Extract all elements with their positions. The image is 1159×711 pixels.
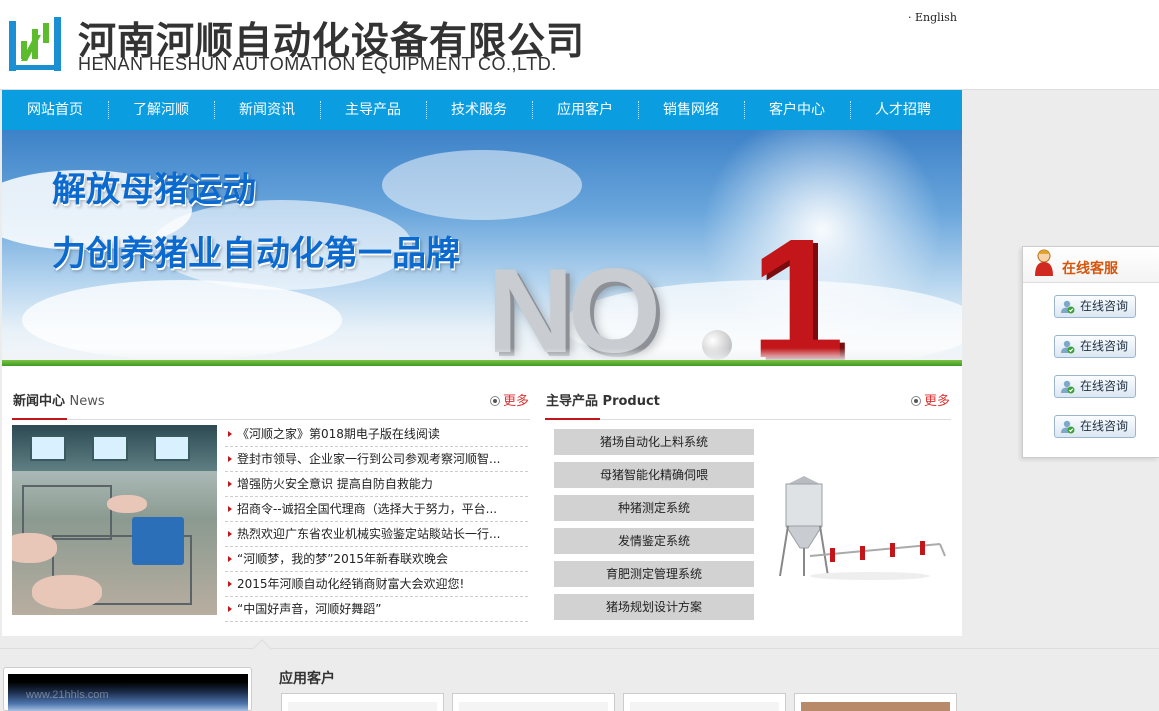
photo-pig <box>32 575 102 609</box>
news-item[interactable]: “中国好声音，河顺好舞蹈” <box>225 597 528 622</box>
news-title-en: News <box>69 394 105 409</box>
client-thumbnail[interactable] <box>281 693 444 711</box>
photo-pen <box>22 485 112 540</box>
bottom-divider <box>0 648 1159 649</box>
products-more-label: 更多 <box>924 394 951 409</box>
nav-item-products[interactable]: 主导产品 <box>320 90 426 130</box>
photo-window <box>30 435 66 461</box>
news-title-divider <box>12 418 530 420</box>
client-thumbnail-image <box>801 702 950 711</box>
video-watermark: www.21hhls.com <box>26 689 109 701</box>
chat-user-icon <box>1061 420 1075 434</box>
nav-item-customer-center[interactable]: 客户中心 <box>744 90 850 130</box>
nav-item-about[interactable]: 了解河顺 <box>108 90 214 130</box>
nav-item-sales-network[interactable]: 销售网络 <box>638 90 744 130</box>
online-consult-label: 在线咨询 <box>1080 299 1129 313</box>
product-button-estrus-detection[interactable]: 发情鉴定系统 <box>554 528 754 554</box>
service-panel-header: 在线客服 <box>1023 247 1159 283</box>
client-thumbnail[interactable] <box>452 693 615 711</box>
news-title-cn: 新闻中心 <box>13 394 66 409</box>
online-consult-label: 在线咨询 <box>1080 339 1129 353</box>
nav-item-home[interactable]: 网站首页 <box>2 90 108 130</box>
nav-item-news[interactable]: 新闻资讯 <box>214 90 320 130</box>
chat-user-icon <box>1061 380 1075 394</box>
product-button-farm-planning[interactable]: 猪场规划设计方案 <box>554 594 754 620</box>
client-thumbnail[interactable] <box>623 693 786 711</box>
news-list: 《河顺之家》第018期电子版在线阅读 登封市领导、企业家一行到公司参观考察河顺智… <box>225 422 528 622</box>
news-item[interactable]: 增强防火安全意识 提高自防自救能力 <box>225 472 528 497</box>
product-button-fattening-management[interactable]: 育肥测定管理系统 <box>554 561 754 587</box>
english-language-link[interactable]: · English <box>908 11 957 24</box>
news-item[interactable]: 热烈欢迎广东省农业机械实验鉴定站賧站长一行... <box>225 522 528 547</box>
feed-silo-product-image[interactable] <box>770 476 950 586</box>
client-thumbnail-image <box>459 702 608 711</box>
chat-user-icon <box>1061 300 1075 314</box>
clients-section-title: 应用客户 <box>279 671 335 687</box>
online-consult-button[interactable]: 在线咨询 <box>1054 375 1136 398</box>
news-item[interactable]: 《河顺之家》第018期电子版在线阅读 <box>225 422 528 447</box>
bottom-divider-notch <box>252 639 272 659</box>
photo-window <box>154 435 190 461</box>
news-item[interactable]: 招商令--诚招全国代理商（选择大于努力，平台... <box>225 497 528 522</box>
banner-cloud <box>382 150 582 220</box>
main-nav: 网站首页 了解河顺 新闻资讯 主导产品 技术服务 应用客户 销售网络 客户中心 … <box>2 90 962 130</box>
service-panel-title: 在线客服 <box>1062 261 1118 277</box>
online-consult-button[interactable]: 在线咨询 <box>1054 295 1136 318</box>
client-thumbnail[interactable] <box>794 693 957 711</box>
more-bullet-icon <box>911 396 921 406</box>
product-button-sow-feeding[interactable]: 母猪智能化精确伺喂 <box>554 462 754 488</box>
photo-pig <box>107 495 147 513</box>
online-service-panel: 在线客服 在线咨询 在线咨询 在线咨询 在线咨询 <box>1022 246 1159 458</box>
hero-banner[interactable]: 解放母猪运动 力创养猪业自动化第一品牌 NO 1 <box>2 130 962 366</box>
photo-window <box>92 435 128 461</box>
client-thumbnail-image <box>630 702 779 711</box>
company-name-en: HENAN HESHUN AUTOMATION EQUIPMENT CO.,LT… <box>78 54 557 74</box>
main-content: 新闻中心 News 更多 《河顺之家》第018期电子版在线阅读 登封市领导、企业… <box>2 366 962 636</box>
banner-number-one: 1 <box>750 204 845 366</box>
banner-slogan-line1: 解放母猪运动 <box>52 170 256 210</box>
online-consult-button[interactable]: 在线咨询 <box>1054 415 1136 438</box>
online-consult-label: 在线咨询 <box>1080 379 1129 393</box>
customer-service-avatar-icon <box>1035 249 1053 276</box>
online-consult-label: 在线咨询 <box>1080 419 1129 433</box>
products-section-title: 主导产品 Product <box>546 390 660 409</box>
photo-feeder <box>132 517 184 565</box>
video-player[interactable]: www.21hhls.com <box>3 667 252 711</box>
news-item[interactable]: “河顺梦，我的梦”2015年新春联欢晚会 <box>225 547 528 572</box>
product-button-breeding-test[interactable]: 种猪测定系统 <box>554 495 754 521</box>
news-more-link[interactable]: 更多 <box>490 390 529 409</box>
online-consult-button[interactable]: 在线咨询 <box>1054 335 1136 358</box>
products-title-cn: 主导产品 <box>546 394 599 409</box>
news-section-title: 新闻中心 News <box>13 390 105 409</box>
video-frame: www.21hhls.com <box>8 674 248 711</box>
products-title-divider <box>545 418 951 420</box>
banner-slogan-line2: 力创养猪业自动化第一品牌 <box>52 234 460 274</box>
site-header: 河南河顺自动化设备有限公司 HENAN HESHUN AUTOMATION EQ… <box>0 0 1159 90</box>
news-item[interactable]: 登封市领导、企业家一行到公司参观考察河顺智... <box>225 447 528 472</box>
products-more-link[interactable]: 更多 <box>911 390 950 409</box>
nav-item-tech-service[interactable]: 技术服务 <box>426 90 532 130</box>
products-title-en: Product <box>602 394 660 409</box>
product-button-feeding-system[interactable]: 猪场自动化上料系统 <box>554 429 754 455</box>
heshun-logo-icon[interactable] <box>7 15 63 73</box>
nav-item-clients[interactable]: 应用客户 <box>532 90 638 130</box>
more-bullet-icon <box>490 396 500 406</box>
news-item[interactable]: 2015年河顺自动化经销商财富大会欢迎您! <box>225 572 528 597</box>
news-more-label: 更多 <box>503 394 530 409</box>
client-thumbnail-image <box>288 702 437 711</box>
nav-item-careers[interactable]: 人才招聘 <box>850 90 956 130</box>
news-photo[interactable] <box>12 425 217 615</box>
photo-pig <box>12 533 57 563</box>
chat-user-icon <box>1061 340 1075 354</box>
